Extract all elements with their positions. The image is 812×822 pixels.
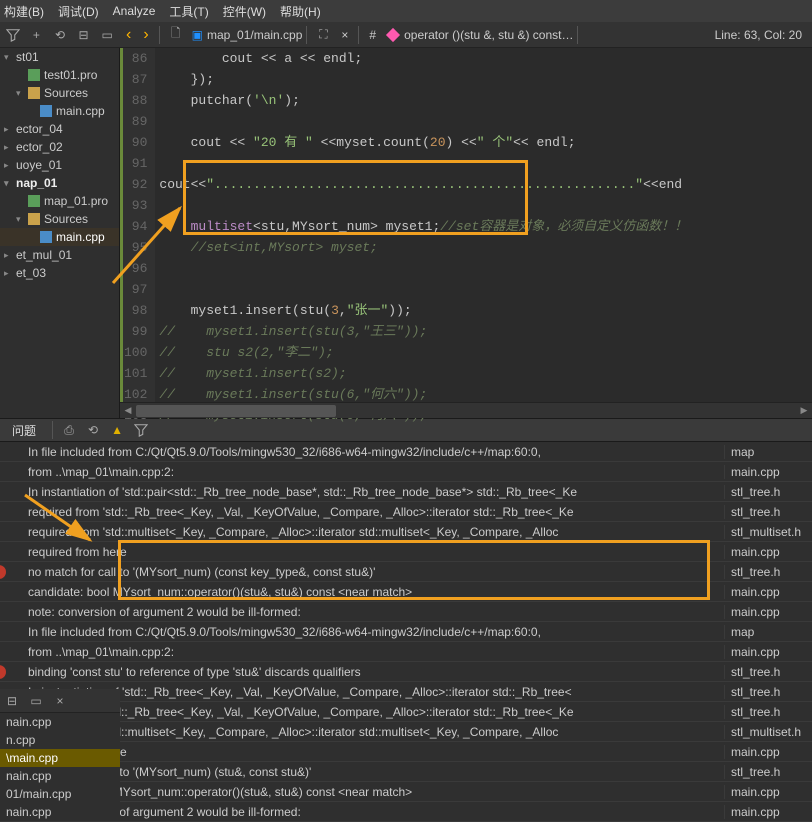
problem-row[interactable]: from ..\map_01\main.cpp:2:main.cpp	[0, 462, 812, 482]
problem-row[interactable]: candidate: bool MYsort_num::operator()(s…	[0, 582, 812, 602]
problems-tab[interactable]: 问题	[0, 418, 48, 443]
line-gutter: 8687888990919293949596979899100101102103	[120, 48, 155, 418]
link-icon[interactable]: ⟲	[49, 24, 71, 46]
clear-icon[interactable]: ⟲	[81, 419, 105, 441]
problem-row[interactable]: required from heremain.cpp	[0, 742, 812, 762]
menu-analyze[interactable]: Analyze	[113, 4, 156, 18]
problem-row[interactable]: required from 'std::_Rb_tree<_Key, _Val,…	[0, 502, 812, 522]
nav-fwd-icon[interactable]: ›	[137, 26, 154, 44]
project-tree[interactable]: ▾st01test01.pro▾Sourcesmain.cpp▸ector_04…	[0, 48, 120, 418]
tree-item[interactable]: ▸ector_04	[0, 120, 119, 138]
add-icon[interactable]: +	[26, 24, 48, 46]
tree-item[interactable]: ▾st01	[0, 48, 119, 66]
tree-item[interactable]: ▾Sources	[0, 210, 119, 228]
open-file-item[interactable]: nain.cpp	[0, 713, 120, 731]
of-close-icon[interactable]: ×	[48, 690, 72, 712]
error-icon: !	[0, 665, 6, 679]
problem-row[interactable]: In file included from C:/Qt/Qt5.9.0/Tool…	[0, 622, 812, 642]
problem-row[interactable]: In instantiation of 'std::pair<std::_Rb_…	[0, 482, 812, 502]
problem-row[interactable]: from ..\map_01\main.cpp:2:main.cpp	[0, 642, 812, 662]
scroll-thumb[interactable]	[136, 405, 336, 417]
tree-item[interactable]: ▾nap_01	[0, 174, 119, 192]
breadcrumb-file[interactable]: map_01/main.cpp	[207, 28, 302, 42]
cursor-position: Line: 63, Col: 20	[715, 28, 812, 42]
problem-row[interactable]: required from 'std::multiset<_Key, _Comp…	[0, 522, 812, 542]
tree-item[interactable]: main.cpp	[0, 228, 119, 246]
problem-row[interactable]: In instantiation of 'std::_Rb_tree<_Key,…	[0, 682, 812, 702]
tree-item[interactable]: ▸et_03	[0, 264, 119, 282]
open-file-item[interactable]: \main.cpp	[0, 749, 120, 767]
operator-diamond-icon	[386, 27, 400, 41]
tree-item[interactable]: ▸ector_02	[0, 138, 119, 156]
tree-item[interactable]: ▸uoye_01	[0, 156, 119, 174]
problem-row[interactable]: !no match for call to '(MYsort_num) (con…	[0, 562, 812, 582]
problem-row[interactable]: note: conversion of argument 2 would be …	[0, 802, 812, 822]
sync-icon[interactable]: ⊟	[73, 24, 95, 46]
change-bar	[120, 48, 123, 418]
file-type-icon: ▣	[192, 28, 203, 42]
open-file-item[interactable]: 01/main.cpp	[0, 785, 120, 803]
menu-bar: 构建(B) 调试(D) Analyze 工具(T) 控件(W) 帮助(H)	[0, 0, 812, 22]
open-file-item[interactable]: nain.cpp	[0, 767, 120, 785]
problem-row[interactable]: In file included from C:/Qt/Qt5.9.0/Tool…	[0, 442, 812, 462]
editor-h-scrollbar[interactable]: ◀ ▶	[120, 402, 812, 418]
scroll-right-icon[interactable]: ▶	[796, 403, 812, 419]
nav-back-icon[interactable]: ‹	[120, 26, 137, 44]
menu-widgets[interactable]: 控件(W)	[223, 3, 266, 20]
problem-row[interactable]: note: conversion of argument 2 would be …	[0, 602, 812, 622]
tree-item[interactable]: ▾Sources	[0, 84, 119, 102]
split-icon[interactable]: ▭	[96, 24, 118, 46]
of-sync-icon[interactable]: ⊟	[0, 690, 24, 712]
tree-item[interactable]: main.cpp	[0, 102, 119, 120]
expand-icon[interactable]: ⛶	[311, 24, 335, 46]
close-icon[interactable]: ×	[335, 28, 354, 42]
bookmark-icon[interactable]: 🗋	[164, 24, 188, 46]
open-files-panel: ⊟ ▭ × nain.cppn.cpp\main.cppnain.cpp01/m…	[0, 689, 120, 821]
breadcrumb-symbol[interactable]: operator ()(stu &, stu &) const…	[404, 28, 573, 42]
menu-tools[interactable]: 工具(T)	[169, 3, 208, 20]
problems-list[interactable]: In file included from C:/Qt/Qt5.9.0/Tool…	[0, 442, 812, 822]
open-file-item[interactable]: nain.cpp	[0, 803, 120, 821]
filter-icon[interactable]	[2, 24, 24, 46]
problem-row[interactable]: required from 'std::_Rb_tree<_Key, _Val,…	[0, 702, 812, 722]
menu-build[interactable]: 构建(B)	[4, 3, 44, 20]
of-split-icon[interactable]: ▭	[24, 690, 48, 712]
problem-row[interactable]: required from heremain.cpp	[0, 542, 812, 562]
filter-header-icon[interactable]: ⎙	[57, 419, 81, 441]
problem-row[interactable]: required from 'std::multiset<_Key, _Comp…	[0, 722, 812, 742]
hash-icon[interactable]: #	[363, 28, 382, 42]
tree-item[interactable]: ▸et_mul_01	[0, 246, 119, 264]
code-area[interactable]: cout << a << endl; }); putchar('\n'); co…	[155, 48, 812, 418]
open-file-item[interactable]: n.cpp	[0, 731, 120, 749]
problem-row[interactable]: candidate: bool MYsort_num::operator()(s…	[0, 782, 812, 802]
scroll-left-icon[interactable]: ◀	[120, 403, 136, 419]
menu-debug[interactable]: 调试(D)	[58, 3, 99, 20]
problem-row[interactable]: !no match for call to '(MYsort_num) (stu…	[0, 762, 812, 782]
tree-item[interactable]: map_01.pro	[0, 192, 119, 210]
problem-row[interactable]: !binding 'const stu' to reference of typ…	[0, 662, 812, 682]
menu-help[interactable]: 帮助(H)	[280, 3, 321, 20]
tree-item[interactable]: test01.pro	[0, 66, 119, 84]
code-editor[interactable]: 8687888990919293949596979899100101102103…	[120, 48, 812, 418]
error-icon: !	[0, 565, 6, 579]
